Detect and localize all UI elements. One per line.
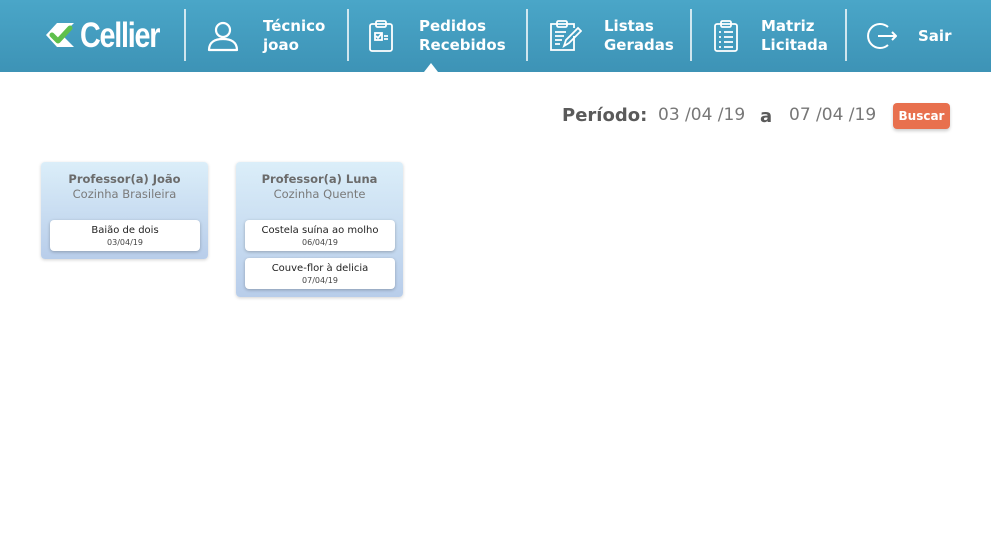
order-date: 07/04/19	[302, 276, 338, 285]
nav-logout-label: Sair	[918, 26, 952, 45]
professor-name: Professor(a) Luna	[261, 172, 378, 186]
nav-divider	[184, 9, 186, 61]
period-separator: a	[760, 106, 773, 127]
logo-check-icon	[46, 23, 74, 47]
logout-icon	[864, 18, 900, 54]
nav-user-label: Técnico joao	[263, 17, 326, 54]
order-date: 06/04/19	[302, 238, 338, 247]
clipboard-list-icon	[708, 18, 744, 54]
nav-logout[interactable]: Sair	[864, 0, 951, 72]
nav-user[interactable]: Técnico joao	[205, 0, 325, 72]
cellier-logo[interactable]: Cellier	[40, 13, 162, 57]
professor-card: Professor(a) Luna Cozinha Quente Costela…	[236, 162, 403, 297]
user-icon	[205, 18, 241, 54]
clipboard-check-icon	[363, 18, 399, 54]
order-item[interactable]: Costela suína ao molho 06/04/19	[245, 220, 395, 251]
nav-pedidos-recebidos[interactable]: Pedidos Recebidos	[363, 0, 506, 72]
top-navbar: Cellier Técnico joao Pedidos Recebidos L…	[0, 0, 991, 72]
clipboard-edit-icon	[546, 18, 582, 54]
nav-divider	[690, 9, 692, 61]
logo-text: Cellier	[80, 15, 160, 55]
order-item[interactable]: Couve-flor à delicia 07/04/19	[245, 258, 395, 289]
order-name: Baião de dois	[91, 225, 159, 236]
nav-listas-geradas[interactable]: Listas Geradas	[546, 0, 674, 72]
nav-listas-label: Listas Geradas	[604, 17, 674, 54]
order-name: Costela suína ao molho	[261, 225, 379, 236]
professor-card: Professor(a) João Cozinha Brasileira Bai…	[41, 162, 208, 259]
order-name: Couve-flor à delicia	[271, 263, 369, 274]
nav-matriz-licitada[interactable]: Matriz Licitada	[708, 0, 828, 72]
nav-divider	[845, 9, 847, 61]
date-from-input[interactable]	[658, 105, 752, 125]
nav-pedidos-label: Pedidos Recebidos	[419, 17, 506, 54]
nav-divider	[526, 9, 528, 61]
kitchen-name: Cozinha Quente	[273, 187, 366, 201]
date-to-input[interactable]	[789, 105, 883, 125]
order-date: 03/04/19	[107, 238, 143, 247]
order-item[interactable]: Baião de dois 03/04/19	[50, 220, 200, 251]
period-label: Período:	[562, 105, 648, 126]
nav-matriz-label: Matriz Licitada	[761, 17, 828, 54]
professor-name: Professor(a) João	[68, 172, 181, 186]
nav-divider	[347, 9, 349, 61]
active-nav-indicator	[424, 63, 438, 72]
kitchen-name: Cozinha Brasileira	[72, 187, 177, 201]
search-button[interactable]: Buscar	[893, 103, 950, 129]
